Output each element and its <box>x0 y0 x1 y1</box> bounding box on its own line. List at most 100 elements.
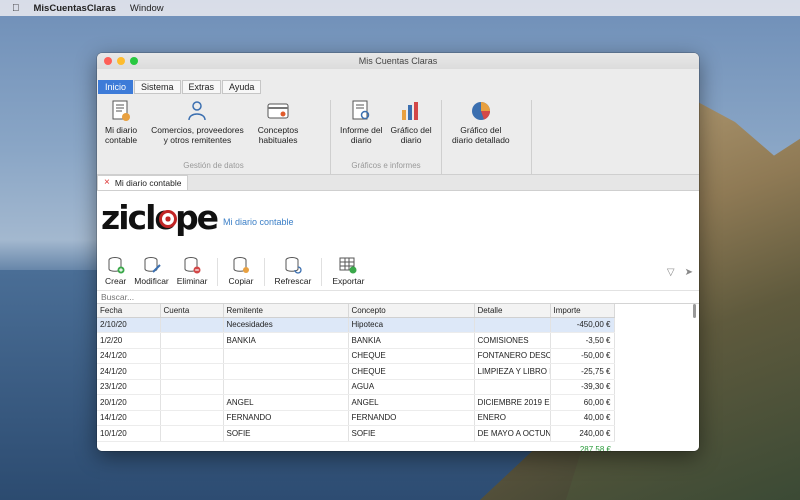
copiar-button[interactable]: Copiar <box>224 256 257 290</box>
filter-icon[interactable]: ▽ <box>667 267 675 278</box>
cell-importe: -50,00 € <box>550 348 615 364</box>
cell-fecha: 24/1/20 <box>97 363 161 380</box>
menu-app-name[interactable]: MisCuentasClaras <box>34 3 116 14</box>
content-area: ziclope Mi diario contable Crear Modific… <box>97 191 699 451</box>
minimize-window-button[interactable] <box>117 57 125 65</box>
brand-link[interactable]: Mi diario contable <box>223 217 294 227</box>
col-detalle[interactable]: Detalle <box>474 304 551 318</box>
total-importe: 287,58 € <box>579 444 611 452</box>
toolbar-separator <box>321 258 323 286</box>
search-bar <box>97 291 699 304</box>
cell-cuenta <box>160 317 224 333</box>
col-remitente[interactable]: Remitente <box>223 304 349 318</box>
cell-detalle: DE MAYO A OCTUN <box>474 425 551 442</box>
bar-chart-button-label: Gráfico del diario <box>390 125 432 145</box>
refrescar-button[interactable]: Refrescar <box>271 256 316 290</box>
group-label-gestion: Gestión de datos <box>183 161 244 170</box>
toolbar-separator <box>217 258 219 286</box>
table-row[interactable]: 23/1/20 AGUA -39,30 € <box>97 379 615 395</box>
exportar-label: Exportar <box>332 276 365 286</box>
col-importe[interactable]: Importe <box>550 304 615 318</box>
col-fecha[interactable]: Fecha <box>97 304 161 318</box>
journal-icon <box>110 100 132 122</box>
report-button[interactable]: Informe del diario <box>336 100 387 145</box>
conceptos-button[interactable]: Conceptos habituales <box>254 100 303 145</box>
cell-remitente: FERNANDO <box>223 410 349 426</box>
eliminar-label: Eliminar <box>176 276 208 286</box>
table-row[interactable]: 20/1/20 ANGEL ANGEL DICIEMBRE 2019 EN 60… <box>97 394 615 411</box>
table-row[interactable]: 2/10/20 Necesidades Hipoteca -450,00 € <box>97 317 615 333</box>
ribbon: Inicio Sistema Extras Ayuda Mi diario co… <box>97 69 699 175</box>
cell-concepto: BANKIA <box>348 332 475 349</box>
cell-fecha: 23/1/20 <box>97 379 161 395</box>
pointer-icon[interactable]: ➤ <box>685 267 693 278</box>
copiar-label: Copiar <box>228 276 254 286</box>
app-window: Mis Cuentas Claras Inicio Sistema Extras… <box>97 53 699 451</box>
tab-sistema[interactable]: Sistema <box>134 80 181 94</box>
zoom-window-button[interactable] <box>130 57 138 65</box>
bar-chart-button[interactable]: Gráfico del diario <box>387 100 436 145</box>
cell-remitente <box>223 379 349 395</box>
tab-inicio[interactable]: Inicio <box>98 80 134 94</box>
cell-importe: -450,00 € <box>550 317 615 333</box>
window-title: Mis Cuentas Claras <box>358 56 438 66</box>
doc-tab-diario[interactable]: × Mi diario contable <box>97 175 189 190</box>
cell-detalle <box>474 379 551 395</box>
crear-button[interactable]: Crear <box>101 256 130 290</box>
concepts-icon <box>267 100 289 122</box>
cell-cuenta <box>160 348 224 364</box>
apple-icon[interactable]:  <box>12 3 20 14</box>
table-row[interactable]: 14/1/20 FERNANDO FERNANDO ENERO 40,00 € <box>97 410 615 426</box>
cell-fecha: 1/2/20 <box>97 332 161 349</box>
remitentes-button-label: Comercios, proveedores y otros remitente… <box>151 125 244 145</box>
modificar-label: Modificar <box>134 276 169 286</box>
cell-importe: -3,50 € <box>550 332 615 349</box>
eliminar-button[interactable]: Eliminar <box>173 256 212 290</box>
cell-importe: 40,00 € <box>550 410 615 426</box>
table-export-icon <box>339 257 357 274</box>
search-input[interactable] <box>101 292 401 302</box>
cell-importe: 60,00 € <box>550 394 615 411</box>
tab-ayuda[interactable]: Ayuda <box>222 80 262 94</box>
pie-chart-icon <box>470 100 492 122</box>
db-refresh-icon <box>285 257 302 274</box>
cell-fecha: 2/10/20 <box>97 317 161 333</box>
table-row[interactable]: 10/1/20 SOFIE SOFIE DE MAYO A OCTUN 240,… <box>97 425 615 442</box>
menu-bar:  MisCuentasClaras Window <box>0 0 800 16</box>
menu-window[interactable]: Window <box>130 3 164 14</box>
modificar-button[interactable]: Modificar <box>130 256 172 290</box>
close-window-button[interactable] <box>104 57 112 65</box>
table-row[interactable]: 24/1/20 CHEQUE FONTANERO DESC -50,00 € <box>97 348 615 364</box>
group-gestion-datos: Mi diario contable Comercios, proveedore… <box>97 100 331 174</box>
cell-cuenta <box>160 379 224 395</box>
cell-cuenta <box>160 363 224 380</box>
crear-label: Crear <box>105 276 127 286</box>
document-tabs: × Mi diario contable <box>97 175 699 191</box>
pie-chart-button[interactable]: Gráfico del diario detallado <box>448 100 514 145</box>
cell-concepto: AGUA <box>348 379 475 395</box>
cell-cuenta <box>160 410 224 426</box>
cell-importe: -39,30 € <box>550 379 615 395</box>
group-graficos: Informe del diario Gráfico del diario Gr… <box>331 100 442 174</box>
table-row[interactable]: 24/1/20 CHEQUE LIMPIEZA Y LIBRO D -25,75… <box>97 363 615 380</box>
cell-detalle: ENERO <box>474 410 551 426</box>
journal-button-label: Mi diario contable <box>105 125 138 145</box>
cell-concepto: SOFIE <box>348 425 475 442</box>
journal-button[interactable]: Mi diario contable <box>101 100 141 145</box>
tab-extras[interactable]: Extras <box>181 80 222 94</box>
exportar-button[interactable]: Exportar <box>328 256 368 290</box>
cell-detalle: FONTANERO DESC <box>474 348 551 364</box>
col-concepto[interactable]: Concepto <box>348 304 475 318</box>
db-delete-icon <box>184 257 201 274</box>
conceptos-button-label: Conceptos habituales <box>257 125 299 145</box>
cell-remitente: ANGEL <box>223 394 349 411</box>
remitentes-button[interactable]: Comercios, proveedores y otros remitente… <box>147 100 248 145</box>
title-bar[interactable]: Mis Cuentas Claras <box>97 53 699 69</box>
vertical-scrollbar[interactable] <box>693 304 696 318</box>
cell-remitente: SOFIE <box>223 425 349 442</box>
col-cuenta[interactable]: Cuenta <box>160 304 224 318</box>
group-detallado: Gráfico del diario detallado <box>442 100 532 174</box>
close-tab-icon[interactable]: × <box>104 178 110 188</box>
table-row[interactable]: 1/2/20 BANKIA BANKIA COMISIONES -3,50 € <box>97 332 615 349</box>
cell-concepto: CHEQUE <box>348 363 475 380</box>
